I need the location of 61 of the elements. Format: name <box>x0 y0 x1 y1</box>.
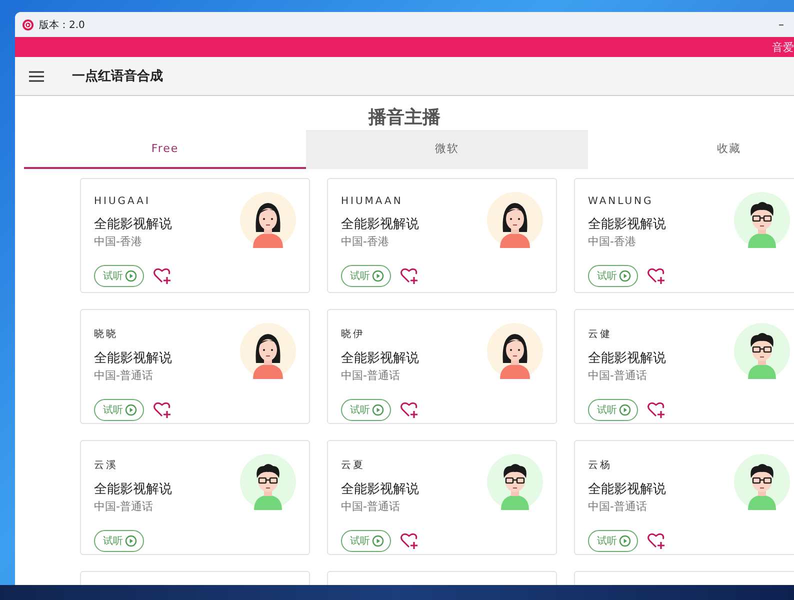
heart-plus-icon[interactable] <box>153 267 171 285</box>
play-icon <box>619 270 631 282</box>
play-icon <box>125 535 137 547</box>
banner-text: 音爱 <box>772 40 794 54</box>
preview-button[interactable]: 试听 <box>94 530 144 552</box>
voice-locale: 中国-香港 <box>341 234 390 249</box>
voice-style: 全能影视解说 <box>588 481 667 498</box>
app-title: 一点红语音合成 <box>72 68 163 85</box>
heart-plus-icon[interactable] <box>647 532 665 550</box>
voice-name: HIUMAAN <box>341 196 404 207</box>
voice-name: 云溪 <box>94 459 119 472</box>
heart-plus-icon[interactable] <box>400 532 418 550</box>
window-title: 版本：2.0 <box>39 18 85 32</box>
preview-button[interactable]: 试听 <box>588 265 638 287</box>
voice-style: 全能影视解说 <box>341 350 420 367</box>
heart-plus-icon[interactable] <box>400 267 418 285</box>
preview-button[interactable]: 试听 <box>588 399 638 421</box>
voice-name: HIUGAAI <box>94 196 152 207</box>
preview-button[interactable]: 试听 <box>341 399 391 421</box>
voice-locale: 中国-普通话 <box>588 499 648 514</box>
voice-name: 云健 <box>588 328 613 341</box>
heart-plus-icon[interactable] <box>153 401 171 419</box>
preview-button[interactable]: 试听 <box>341 530 391 552</box>
heart-plus-icon[interactable] <box>647 267 665 285</box>
voice-style: 全能影视解说 <box>588 216 667 233</box>
voice-locale: 中国-普通话 <box>341 368 401 383</box>
play-icon <box>372 270 384 282</box>
page-heading: 播音主播 <box>367 106 442 130</box>
play-icon <box>372 535 384 547</box>
voice-locale: 中国-普通话 <box>588 368 648 383</box>
voice-locale: 中国-香港 <box>588 234 637 249</box>
play-icon <box>125 404 137 416</box>
voice-name: 晓伊 <box>341 328 366 341</box>
heart-plus-icon[interactable] <box>647 401 665 419</box>
voice-locale: 中国-香港 <box>94 234 143 249</box>
heart-plus-icon[interactable] <box>400 401 418 419</box>
play-icon <box>125 270 137 282</box>
voice-locale: 中国-普通话 <box>94 499 154 514</box>
tab[interactable]: 微软 <box>306 130 588 169</box>
preview-button[interactable]: 试听 <box>588 530 638 552</box>
voice-style: 全能影视解说 <box>588 350 667 367</box>
play-icon <box>372 404 384 416</box>
voice-style: 全能影视解说 <box>94 481 173 498</box>
preview-button[interactable]: 试听 <box>94 265 144 287</box>
voice-name: 云夏 <box>341 459 366 472</box>
voice-name: 云杨 <box>588 458 613 472</box>
play-icon <box>619 404 631 416</box>
play-icon <box>619 535 631 547</box>
minimize-button[interactable]: – <box>778 18 794 31</box>
voice-name: 晓晓 <box>94 328 119 341</box>
voice-locale: 中国-普通话 <box>94 368 154 383</box>
voice-style: 全能影视解说 <box>341 216 420 233</box>
voice-name: WANLUNG <box>588 196 654 207</box>
preview-button[interactable]: 试听 <box>341 265 391 287</box>
preview-button[interactable]: 试听 <box>94 399 144 421</box>
menu-icon[interactable] <box>29 70 44 82</box>
app-logo-icon <box>22 18 34 30</box>
voice-style: 全能影视解说 <box>341 481 420 498</box>
voice-locale: 中国-普通话 <box>341 499 401 514</box>
voice-style: 全能影视解说 <box>94 350 173 367</box>
voice-style: 全能影视解说 <box>94 216 173 233</box>
